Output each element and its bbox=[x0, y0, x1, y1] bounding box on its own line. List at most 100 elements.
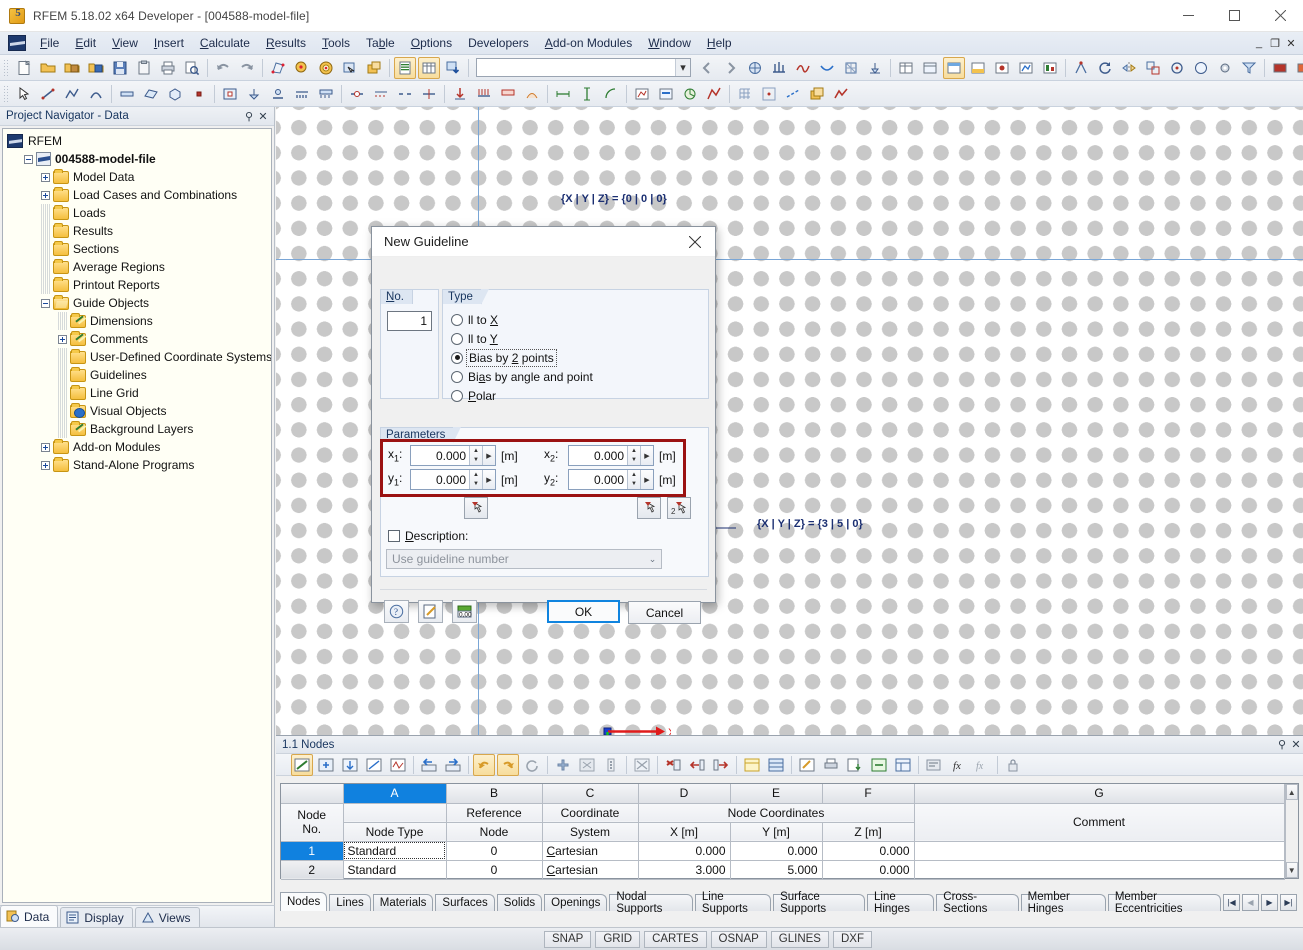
cell-coordinate-system[interactable]: Cartesian bbox=[542, 841, 639, 861]
tree-item-printout-reports[interactable]: Printout Reports bbox=[3, 276, 271, 294]
formula2-icon[interactable]: fx bbox=[971, 754, 993, 776]
tab-member-hinges[interactable]: Member Hinges bbox=[1020, 891, 1106, 915]
expand-icon[interactable] bbox=[41, 460, 50, 470]
mdi-minimize-button[interactable]: _ bbox=[1252, 37, 1266, 50]
view-model-icon[interactable] bbox=[744, 57, 766, 79]
remove-right-icon[interactable] bbox=[710, 754, 732, 776]
solid-icon[interactable] bbox=[164, 83, 186, 105]
delete-row-icon[interactable] bbox=[662, 754, 684, 776]
snap-icon[interactable] bbox=[1070, 57, 1092, 79]
expand-icon[interactable] bbox=[41, 190, 50, 200]
lock-icon[interactable] bbox=[1002, 754, 1024, 776]
maximize-button[interactable] bbox=[1211, 0, 1257, 32]
column-header-F[interactable]: F bbox=[822, 784, 915, 804]
type-option-ll-to-x[interactable]: ll to X bbox=[451, 310, 593, 329]
status-toggle-cartes[interactable]: CARTES bbox=[644, 930, 707, 948]
column-header-A[interactable]: A bbox=[343, 784, 447, 804]
print-icon[interactable] bbox=[157, 57, 179, 79]
dim-icon[interactable] bbox=[552, 83, 574, 105]
minimize-button[interactable] bbox=[1165, 0, 1211, 32]
x2-spinner[interactable]: ▲ ▼ bbox=[627, 446, 640, 465]
pin-icon[interactable]: ⚲ bbox=[242, 110, 256, 123]
y1-spinner[interactable]: ▲ ▼ bbox=[469, 470, 482, 489]
back-icon[interactable] bbox=[696, 57, 718, 79]
type-option-bias-by-angle-and-point[interactable]: Bias by angle and point bbox=[451, 367, 593, 386]
column-header-E[interactable]: E bbox=[730, 784, 823, 804]
status-toggle-dxf[interactable]: DXF bbox=[832, 930, 872, 948]
collapse-icon[interactable] bbox=[41, 298, 50, 308]
export-table-icon[interactable] bbox=[844, 754, 866, 776]
interpolate-icon[interactable] bbox=[363, 754, 385, 776]
tree-item-comments[interactable]: Comments bbox=[3, 330, 271, 348]
column-header-D[interactable]: D bbox=[638, 784, 731, 804]
mdi-document-icon[interactable] bbox=[8, 35, 26, 51]
nav-tab-data[interactable]: Data bbox=[0, 905, 59, 927]
mdi-close-button[interactable]: ✕ bbox=[1284, 37, 1298, 50]
y1-spin-up[interactable]: ▲ bbox=[470, 470, 482, 480]
menu-help[interactable]: Help bbox=[699, 33, 740, 53]
surface-icon[interactable] bbox=[140, 83, 162, 105]
settings-icon[interactable] bbox=[1214, 57, 1236, 79]
scale-icon[interactable] bbox=[1142, 57, 1164, 79]
next-page-icon[interactable]: ▶ bbox=[1261, 894, 1278, 911]
cell-comment[interactable] bbox=[914, 841, 1285, 861]
new-window-icon[interactable] bbox=[363, 57, 385, 79]
forward-icon[interactable] bbox=[720, 57, 742, 79]
mirror-icon[interactable] bbox=[1118, 57, 1140, 79]
tree-item-guide-objects[interactable]: Guide Objects bbox=[3, 294, 271, 312]
load-icon[interactable] bbox=[449, 83, 471, 105]
tree-item-004588-model-file[interactable]: 004588-model-file bbox=[3, 150, 271, 168]
print-table-icon[interactable] bbox=[820, 754, 842, 776]
edit-cell-icon[interactable] bbox=[796, 754, 818, 776]
x1-spin-down[interactable]: ▼ bbox=[470, 456, 482, 466]
guideline-number-input[interactable]: 1 bbox=[387, 311, 432, 331]
scroll-down-button[interactable]: ▼ bbox=[1285, 862, 1298, 878]
tree-item-stand-alone-programs[interactable]: Stand-Alone Programs bbox=[3, 456, 271, 474]
y2-spinner[interactable]: ▲ ▼ bbox=[627, 470, 640, 489]
render-color-icon[interactable] bbox=[315, 57, 337, 79]
cell-node-type[interactable]: Standard bbox=[343, 860, 447, 880]
radio-icon[interactable] bbox=[451, 370, 463, 383]
tab-line-hinges[interactable]: Line Hinges bbox=[867, 891, 935, 915]
nodes-grid[interactable]: A B C D E F G Node No. Reference Coordin… bbox=[280, 783, 1299, 880]
clipboard-icon[interactable] bbox=[133, 57, 155, 79]
grid-table3-icon[interactable] bbox=[943, 56, 965, 79]
tree-item-average-regions[interactable]: Average Regions bbox=[3, 258, 271, 276]
load4-icon[interactable] bbox=[521, 83, 543, 105]
tree-item-load-cases-and-combinations[interactable]: Load Cases and Combinations bbox=[3, 186, 271, 204]
export-down-icon[interactable] bbox=[442, 57, 464, 79]
pointer-icon[interactable] bbox=[13, 83, 35, 105]
cancel-button[interactable]: Cancel bbox=[628, 601, 701, 624]
menu-file[interactable]: File bbox=[32, 33, 67, 53]
close-button[interactable] bbox=[1257, 0, 1303, 32]
edit-note-button[interactable] bbox=[418, 600, 443, 623]
radio-icon[interactable] bbox=[451, 332, 463, 345]
x1-spin-up[interactable]: ▲ bbox=[470, 446, 482, 456]
radio-icon[interactable] bbox=[451, 389, 463, 402]
type-option-ll-to-y[interactable]: ll to Y bbox=[451, 329, 593, 348]
table-grid-icon[interactable] bbox=[418, 56, 440, 79]
load2-icon[interactable] bbox=[473, 83, 495, 105]
y1-input[interactable]: 0.000 ▲ ▼ ▶ bbox=[410, 469, 496, 490]
tree-item-results[interactable]: Results bbox=[3, 222, 271, 240]
tab-member-eccentricities[interactable]: Member Eccentricities bbox=[1107, 891, 1221, 915]
node-icon[interactable] bbox=[188, 83, 210, 105]
formula-icon[interactable]: fx bbox=[947, 754, 969, 776]
nav-tab-views[interactable]: Views bbox=[134, 907, 200, 927]
result-icon[interactable] bbox=[631, 83, 653, 105]
dim2-icon[interactable] bbox=[576, 83, 598, 105]
cell-y[interactable]: 5.000 bbox=[730, 860, 823, 880]
tree-item-background-layers[interactable]: Background Layers bbox=[3, 420, 271, 438]
x2-spin-down[interactable]: ▼ bbox=[628, 456, 640, 466]
description-checkbox[interactable] bbox=[388, 530, 400, 542]
edit-table-icon[interactable] bbox=[291, 753, 313, 776]
hinge-icon[interactable] bbox=[346, 83, 368, 105]
divide-icon[interactable] bbox=[418, 83, 440, 105]
y1-more-button[interactable]: ▶ bbox=[482, 470, 495, 489]
bg-layer-icon[interactable] bbox=[806, 83, 828, 105]
load3-icon[interactable] bbox=[497, 83, 519, 105]
description-checkbox-row[interactable]: Description: bbox=[388, 529, 468, 543]
tab-nodes[interactable]: Nodes bbox=[280, 892, 328, 911]
next-col-icon[interactable] bbox=[442, 754, 464, 776]
chevron-down-icon[interactable]: ▾ bbox=[675, 59, 690, 76]
